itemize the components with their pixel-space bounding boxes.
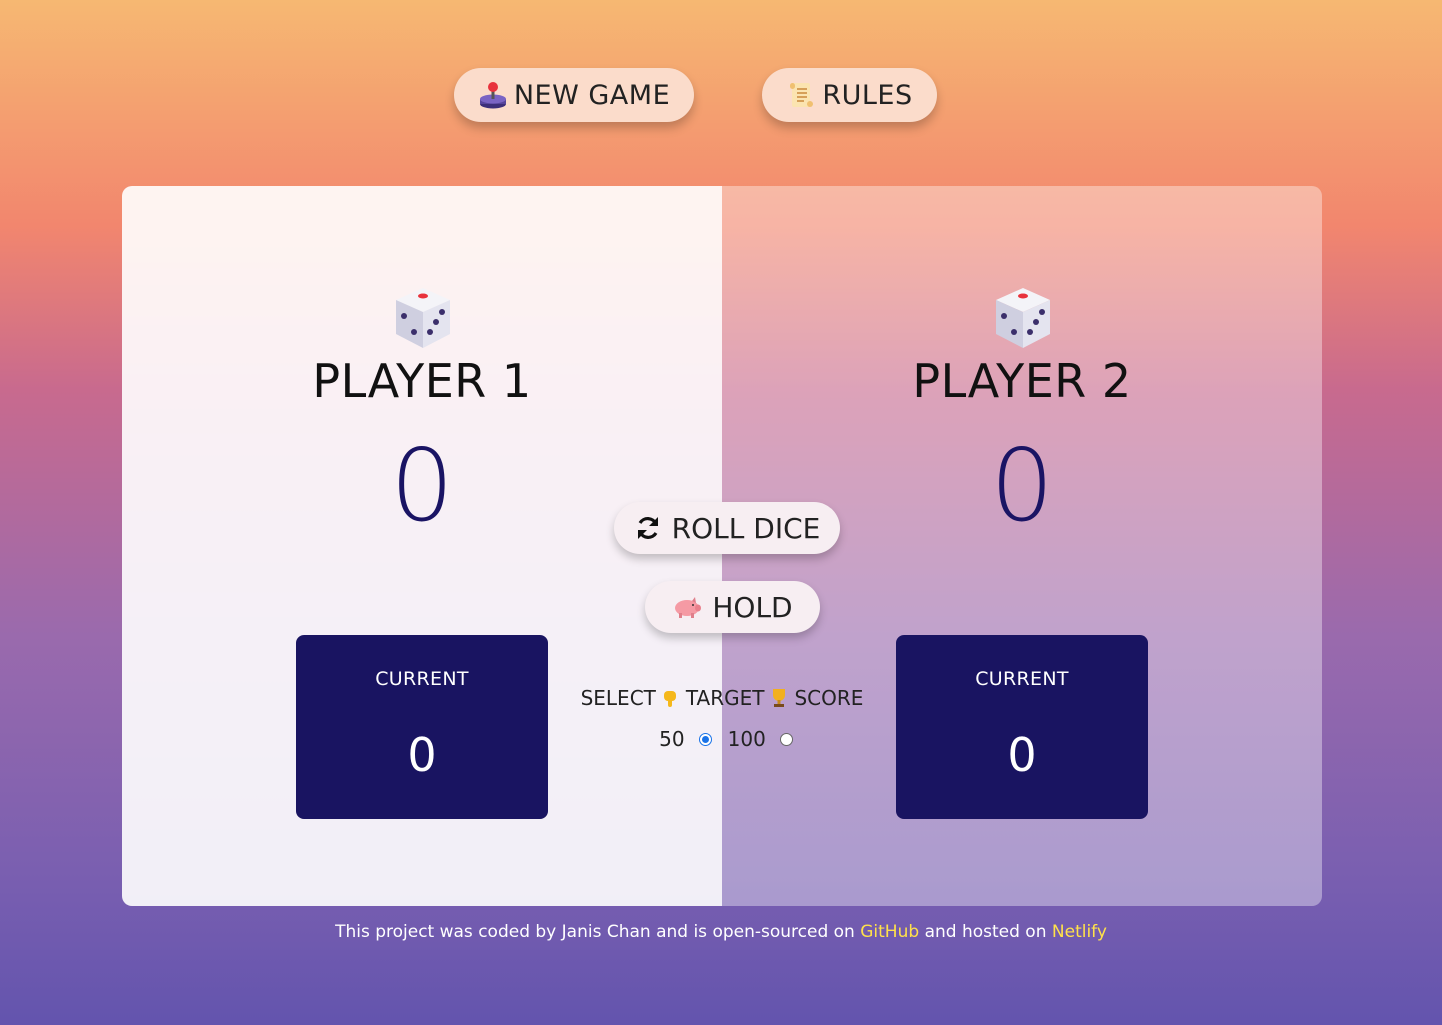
current-score: 0 [407,728,437,782]
new-game-button[interactable]: NEW GAME [454,68,694,122]
hold-button[interactable]: HOLD [645,581,820,633]
rules-label: RULES [822,79,913,111]
roll-dice-label: ROLL DICE [671,511,821,545]
target-option-50-radio[interactable] [698,732,712,746]
dice-icon [996,288,1050,348]
current-label: CURRENT [975,668,1069,690]
trophy-icon [768,687,790,709]
footer: This project was coded by Janis Chan and… [0,922,1442,942]
current-score-box: CURRENT 0 [296,635,548,819]
target-option-50-label: 50 [659,727,685,751]
pig-icon [672,592,702,622]
player-name: PLAYER 2 [912,354,1132,408]
rules-button[interactable]: RULES [762,68,937,122]
target-score-heading: SELECT TARGET SCORE [572,686,872,710]
footer-text: and hosted on [924,922,1047,942]
target-label: TARGET [685,686,765,710]
github-link[interactable]: GitHub [860,922,919,942]
target-score-options: 50 100 [600,727,860,751]
player-name: PLAYER 1 [312,354,532,408]
refresh-icon [637,517,658,539]
hold-label: HOLD [712,590,793,624]
select-label: SELECT [580,686,656,710]
joystick-icon [478,80,508,110]
score-label: SCORE [794,686,864,710]
roll-dice-button[interactable]: ROLL DICE [614,502,840,554]
dice-icon [396,288,450,348]
target-option-100-label: 100 [727,727,766,751]
target-option-100-radio[interactable] [779,732,793,746]
footer-text: This project was coded by Janis Chan and… [335,922,855,942]
pointing-down-hand-icon [660,687,682,709]
scroll-icon [786,80,816,110]
current-score: 0 [1007,728,1037,782]
current-score-box: CURRENT 0 [896,635,1148,819]
new-game-label: NEW GAME [513,79,671,111]
netlify-link[interactable]: Netlify [1052,922,1107,942]
current-label: CURRENT [375,668,469,690]
